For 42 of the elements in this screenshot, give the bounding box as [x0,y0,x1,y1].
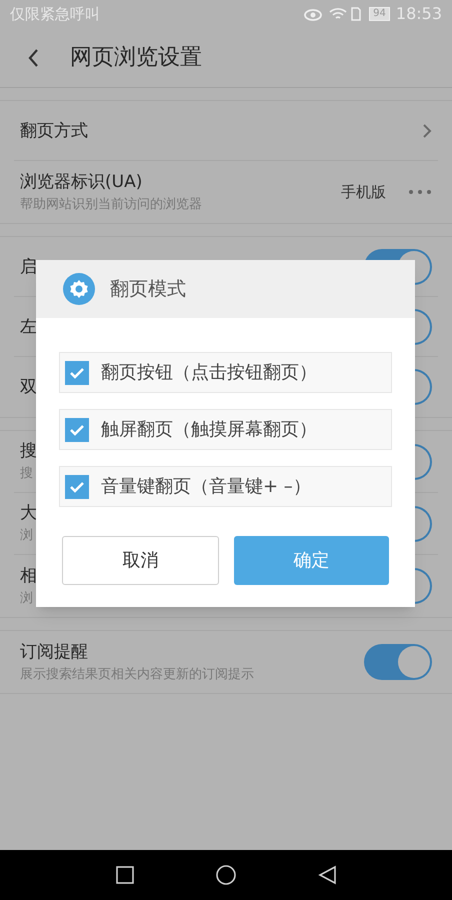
recent-apps-icon[interactable] [115,865,135,885]
checkbox[interactable] [65,474,89,498]
more-icon[interactable] [408,189,432,195]
option-row[interactable]: 触屏翻页（触摸屏幕翻页） [59,409,392,450]
option-label: 触屏翻页（触摸屏幕翻页） [101,418,317,442]
cancel-button[interactable]: 取消 [62,536,219,585]
home-icon[interactable] [215,864,237,886]
dialog-title: 翻页模式 [110,276,186,302]
setting-title: 搜 [20,440,38,462]
option-row[interactable]: 翻页按钮（点击按钮翻页） [59,352,392,393]
setting-title: 左 [20,316,38,338]
setting-title: 双 [20,376,38,398]
sim-icon [351,7,362,21]
wifi-icon [329,7,348,21]
option-row[interactable]: 音量键翻页（音量键+ –） [59,466,392,507]
setting-title: 启 [20,256,38,278]
setting-description: 浏 [20,527,34,545]
setting-value: 手机版 [341,182,386,203]
setting-title: 相 [20,564,38,586]
option-label: 翻页按钮（点击按钮翻页） [101,361,317,385]
page-title: 网页浏览设置 [70,44,202,72]
setting-description: 浏 [20,590,34,608]
check-icon [69,424,85,436]
back-triangle-icon[interactable] [317,865,337,885]
toggle-switch[interactable] [364,644,432,680]
setting-description: 搜 [20,465,34,483]
checkbox[interactable] [65,418,89,442]
check-icon [69,480,85,492]
battery-indicator: 94 [369,7,390,21]
gear-icon [62,272,96,306]
option-label: 音量键翻页（音量键+ –） [101,475,311,499]
setting-title: 翻页方式 [20,120,89,142]
setting-description: 帮助网站识别当前访问的浏览器 [20,196,203,214]
setting-title: 浏览器标识(UA) [20,170,144,192]
back-icon[interactable] [27,48,39,68]
check-icon [69,366,85,378]
setting-title: 订阅提醒 [20,640,89,662]
setting-description: 展示搜索结果页相关内容更新的订阅提示 [20,666,255,684]
eye-icon [303,7,324,21]
checkbox[interactable] [65,360,89,384]
chevron-right-icon [422,122,432,138]
setting-title: 大 [20,502,38,524]
